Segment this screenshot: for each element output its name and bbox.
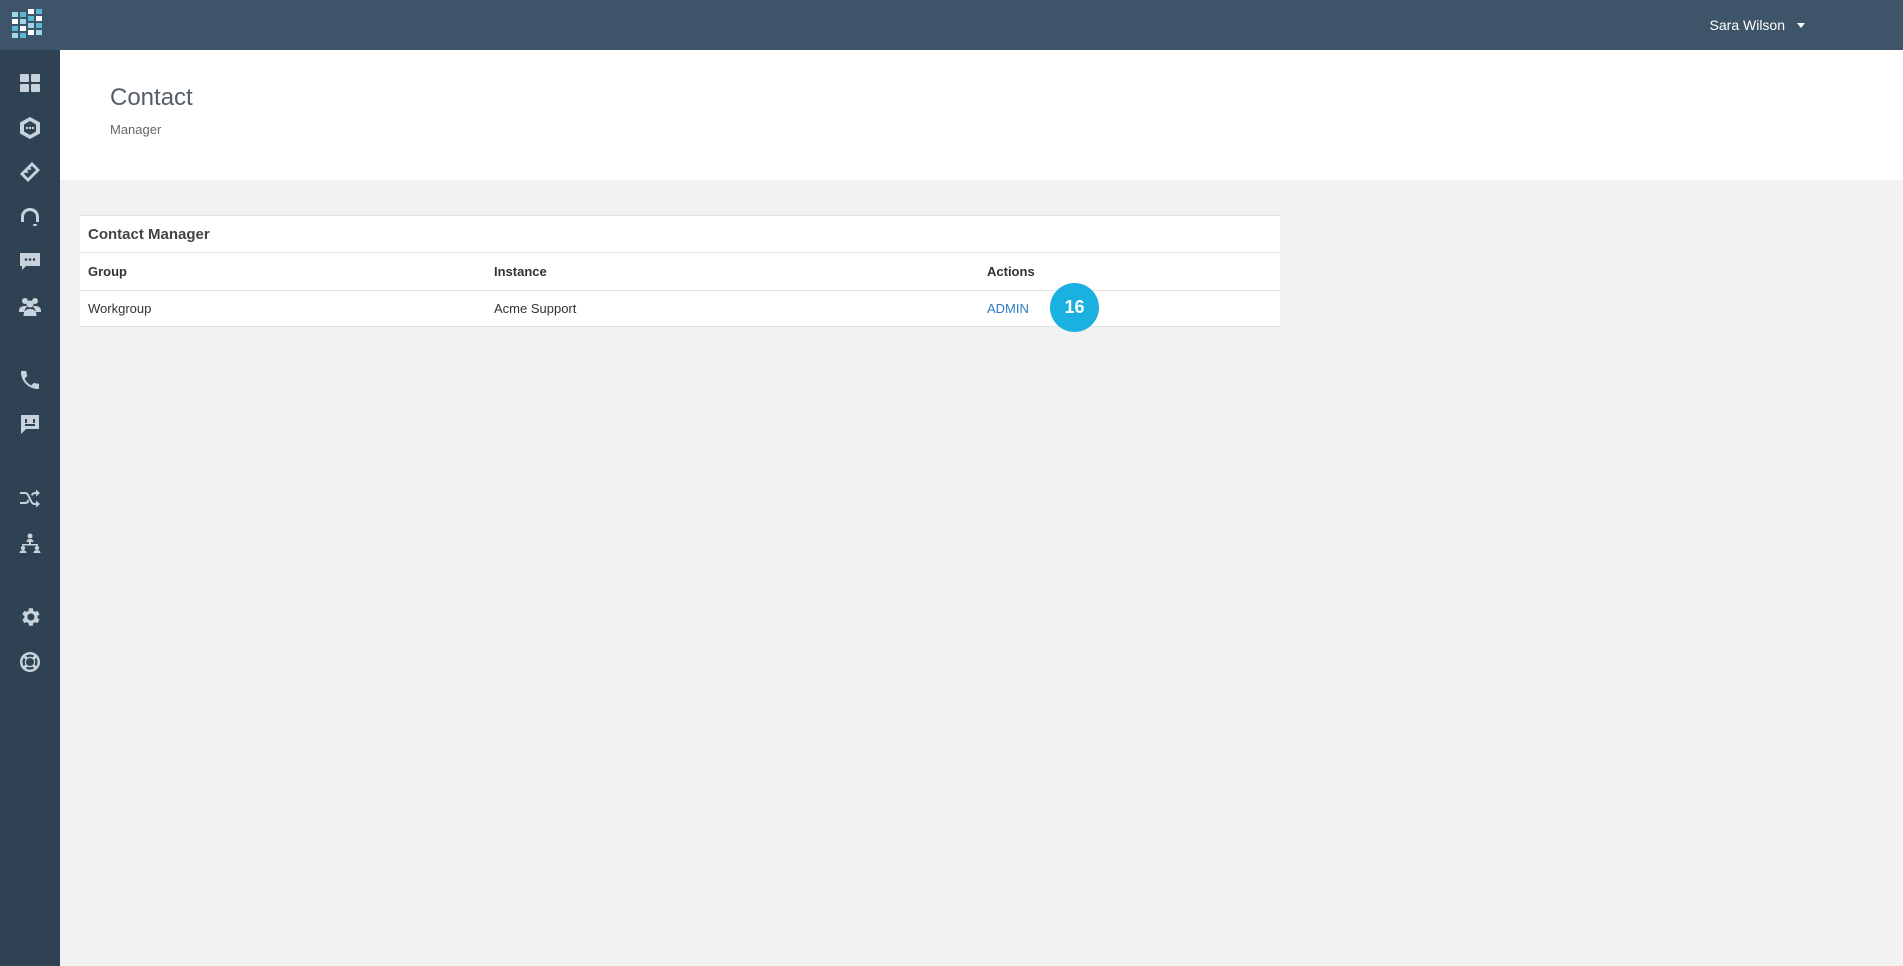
phone-icon[interactable] [14,364,46,396]
step-badge: 16 [1050,283,1099,332]
cell-group: Workgroup [80,290,486,327]
column-header-instance: Instance [486,253,979,291]
user-menu[interactable]: Sara Wilson [1710,17,1805,33]
dashboard-icon[interactable] [14,67,46,99]
page-header: Contact Manager [60,50,1903,180]
top-bar: Sara Wilson [0,0,1903,50]
cell-actions: ADMIN [979,290,1280,327]
message-icon[interactable] [14,408,46,440]
ticket-icon[interactable] [14,156,46,188]
admin-link[interactable]: ADMIN [987,301,1029,316]
cell-instance: Acme Support [486,290,979,327]
users-group-icon[interactable] [14,290,46,322]
contact-manager-table: Group Instance Actions Workgroup Acme Su… [80,253,1280,327]
gear-icon[interactable] [14,601,46,633]
hexagon-chat-icon[interactable] [14,112,46,144]
table-row: Workgroup Acme Support ADMIN [80,290,1280,327]
column-header-actions: Actions [979,253,1280,291]
sidebar [0,50,60,966]
column-header-group: Group [80,253,486,291]
app-logo[interactable] [12,9,48,42]
user-name: Sara Wilson [1709,17,1785,33]
headset-icon[interactable] [14,201,46,233]
panel-title: Contact Manager [80,216,1280,253]
org-chart-icon[interactable] [14,527,46,559]
chat-bubble-icon[interactable] [14,245,46,277]
page-title: Contact [110,84,193,111]
page-subtitle: Manager [110,122,162,137]
table-header-row: Group Instance Actions [80,253,1280,291]
caret-down-icon [1797,22,1805,28]
shuffle-icon[interactable] [14,482,46,514]
contact-manager-panel: Contact Manager Group Instance Actions W… [80,215,1280,327]
lifebuoy-icon[interactable] [14,646,46,678]
